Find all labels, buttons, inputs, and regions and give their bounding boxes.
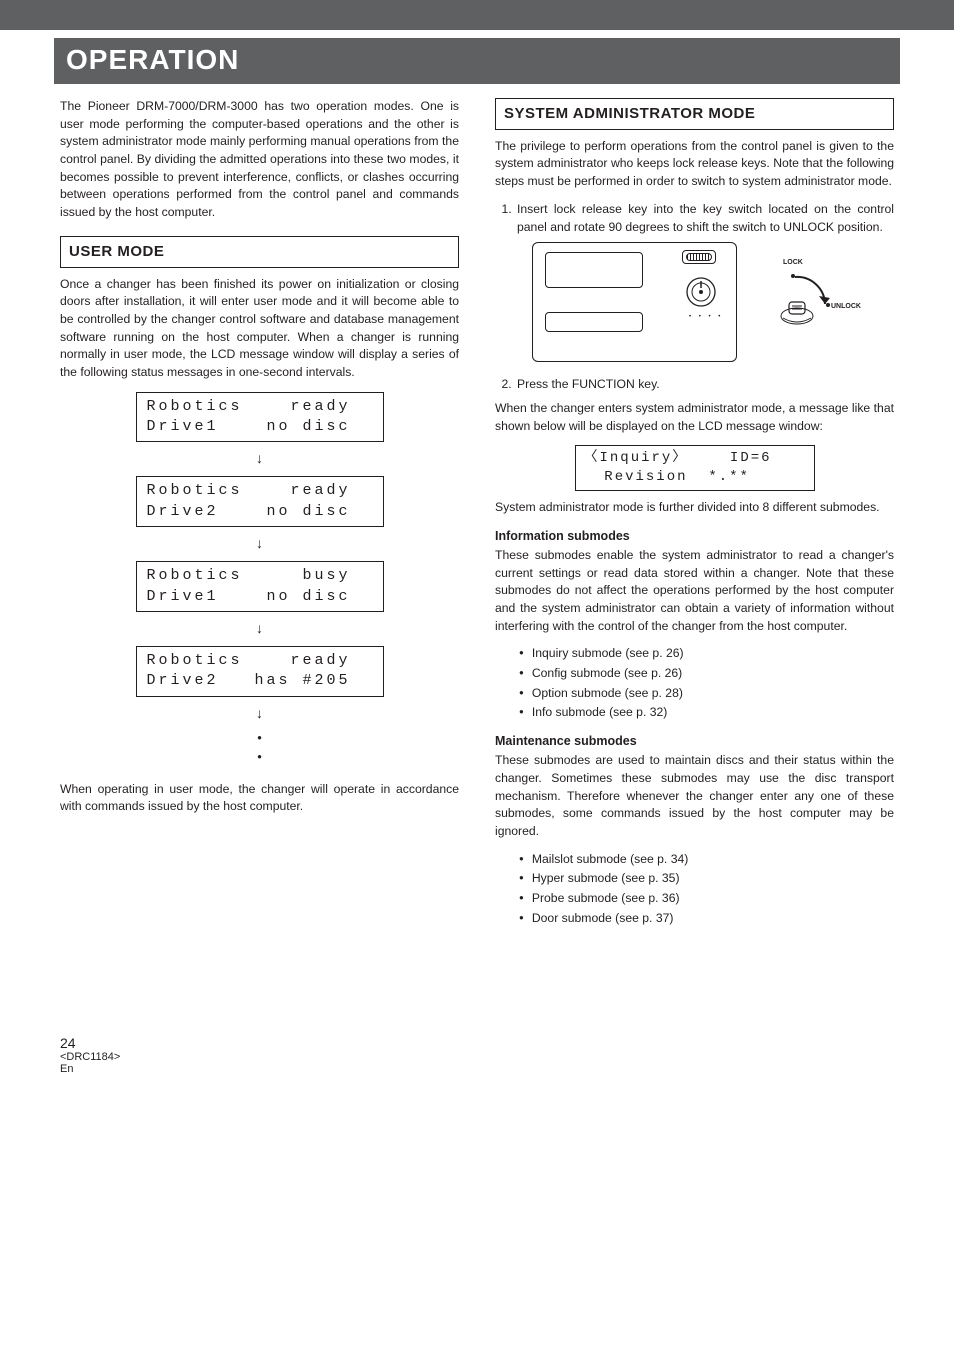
step-list: Insert lock release key into the key swi…	[495, 201, 894, 236]
key-icon	[775, 292, 821, 328]
sysadmin-after-lcd: System administrator mode is further div…	[495, 499, 894, 517]
sysadmin-heading: SYSTEM ADMINISTRATOR MODE	[495, 98, 894, 130]
list-item: Inquiry submode (see p. 26)	[519, 645, 894, 663]
user-mode-paragraph: Once a changer has been finished its pow…	[60, 276, 459, 382]
right-column: SYSTEM ADMINISTRATOR MODE The privilege …	[495, 98, 894, 935]
control-panel-figure: • • • • LOCK UNLOCK	[527, 242, 862, 366]
list-item: Probe submode (see p. 36)	[519, 890, 894, 908]
lcd-display-inquiry: 〈Inquiry〉 ID=6 Revision *.**	[575, 445, 815, 491]
intro-paragraph: The Pioneer DRM-7000/DRM-3000 has two op…	[60, 98, 459, 222]
list-item: Hyper submode (see p. 35)	[519, 870, 894, 888]
two-column-layout: The Pioneer DRM-7000/DRM-3000 has two op…	[60, 98, 894, 935]
lcd-display-3: Robotics busy Drive1 no disc	[136, 561, 384, 612]
down-arrow-icon: ↓	[60, 618, 459, 638]
user-mode-heading: USER MODE	[60, 236, 459, 268]
list-item: Mailslot submode (see p. 34)	[519, 851, 894, 869]
key-switch-icon	[683, 274, 719, 310]
lock-label: LOCK	[783, 258, 803, 268]
doc-code: <DRC1184>	[60, 1051, 894, 1063]
list-item: Door submode (see p. 37)	[519, 910, 894, 928]
info-submodes-paragraph: These submodes enable the system adminis…	[495, 547, 894, 635]
panel-indicator-dots: • • • •	[689, 313, 723, 322]
top-gray-band	[0, 0, 954, 30]
chapter-title: OPERATION	[54, 38, 900, 84]
panel-slot	[545, 312, 643, 332]
left-column: The Pioneer DRM-7000/DRM-3000 has two op…	[60, 98, 459, 935]
list-item: Option submode (see p. 28)	[519, 685, 894, 703]
info-submodes-list: Inquiry submode (see p. 26) Config submo…	[495, 645, 894, 722]
maint-submodes-list: Mailslot submode (see p. 34) Hyper submo…	[495, 851, 894, 928]
step-1: Insert lock release key into the key swi…	[515, 201, 894, 236]
vertical-ellipsis-icon: ••	[60, 729, 459, 767]
panel-window	[545, 252, 643, 288]
lcd-display-4: Robotics ready Drive2 has #205	[136, 646, 384, 697]
step-2: Press the FUNCTION key.	[515, 376, 894, 394]
page-number: 24	[60, 1035, 894, 1051]
maint-submodes-paragraph: These submodes are used to maintain disc…	[495, 752, 894, 840]
lcd-display-1: Robotics ready Drive1 no disc	[136, 392, 384, 443]
step-list-2: Press the FUNCTION key.	[495, 376, 894, 394]
list-item: Config submode (see p. 26)	[519, 665, 894, 683]
list-item: Info submode (see p. 32)	[519, 704, 894, 722]
down-arrow-icon: ↓	[60, 448, 459, 468]
page-footer: 24 <DRC1184> En	[60, 1035, 894, 1075]
doc-lang: En	[60, 1063, 894, 1075]
panel-label-hatch	[686, 253, 712, 261]
page: OPERATION The Pioneer DRM-7000/DRM-3000 …	[0, 0, 954, 1115]
down-arrow-icon: ↓	[60, 703, 459, 723]
down-arrow-icon: ↓	[60, 533, 459, 553]
sysadmin-post: When the changer enters system administr…	[495, 400, 894, 435]
maint-submodes-heading: Maintenance submodes	[495, 732, 894, 750]
sysadmin-intro: The privilege to perform operations from…	[495, 138, 894, 191]
unlock-label: UNLOCK	[831, 302, 861, 312]
info-submodes-heading: Information submodes	[495, 527, 894, 545]
user-mode-closing: When operating in user mode, the changer…	[60, 781, 459, 816]
lcd-display-2: Robotics ready Drive2 no disc	[136, 476, 384, 527]
